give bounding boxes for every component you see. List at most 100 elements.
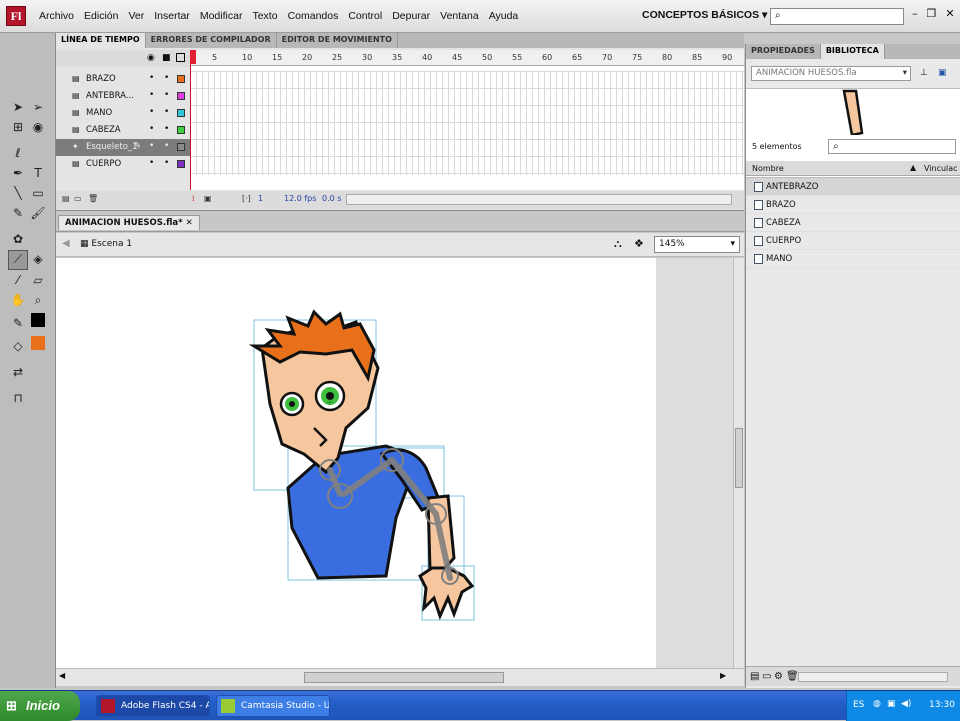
taskbar-camtasia[interactable]: Camtasia Studio - Unt... [216, 695, 330, 717]
frame-ruler[interactable]: 5 10 15 20 25 30 35 40 45 50 55 60 65 70… [190, 50, 744, 66]
library-document-select[interactable]: ANIMACION HUESOS.fla ▾ [751, 66, 911, 81]
language-indicator[interactable]: ES [853, 700, 864, 710]
hscroll-thumb[interactable] [304, 672, 504, 683]
workspace-switcher[interactable]: CONCEPTOS BÁSICOS ▾ [642, 9, 767, 21]
eyedropper-icon[interactable]: ⁄ [8, 270, 28, 290]
taskbar-flash[interactable]: Adobe Flash CS4 - A... [96, 695, 210, 717]
frame-area[interactable]: 5 10 15 20 25 30 35 40 45 50 55 60 65 70… [190, 50, 744, 190]
layer-row[interactable]: ▤ ANTEBRA... • • [56, 88, 190, 105]
scroll-left-icon[interactable]: ◀ [59, 671, 65, 680]
new-layer-icon[interactable]: ▤ [62, 194, 70, 203]
fill-color-icon[interactable]: ◇ [8, 336, 28, 356]
document-tab[interactable]: ANIMACION HUESOS.fla* ✕ [58, 215, 200, 230]
center-frame-icon[interactable]: ⁞ [192, 194, 195, 203]
bone-tool-icon[interactable]: ⟋ [8, 249, 28, 270]
start-button[interactable]: ⊞ Inicio [0, 691, 80, 721]
tray-app-icon[interactable]: ◍ [873, 699, 881, 709]
library-item[interactable]: BRAZO [746, 196, 960, 214]
menu-insertar[interactable]: Insertar [149, 10, 195, 22]
menu-ayuda[interactable]: Ayuda [484, 10, 524, 22]
scroll-right-icon[interactable]: ▶ [720, 671, 726, 680]
playhead[interactable] [190, 50, 196, 190]
stage-area[interactable]: + [56, 258, 744, 668]
menu-comandos[interactable]: Comandos [283, 10, 344, 22]
deco-tool-icon[interactable]: ✿ [8, 229, 28, 249]
library-item[interactable]: CUERPO [746, 232, 960, 250]
pencil-tool-icon[interactable]: ✎ [8, 203, 28, 223]
onion-skin-icon[interactable]: ▣ [204, 194, 212, 203]
menu-depurar[interactable]: Depurar [387, 10, 435, 22]
delete-layer-icon[interactable]: 🗑 [88, 194, 98, 203]
menu-ventana[interactable]: Ventana [435, 10, 484, 22]
close-icon[interactable]: ✕ [186, 218, 193, 228]
edit-symbol-icon[interactable]: ❖ [634, 237, 644, 250]
lock-icon[interactable]: ■ [162, 53, 171, 63]
selection-tool-icon[interactable]: ➤ [8, 97, 28, 117]
vscroll-thumb[interactable] [735, 428, 743, 488]
line-tool-icon[interactable]: ╲ [8, 183, 28, 203]
menu-modificar[interactable]: Modificar [195, 10, 248, 22]
stage-vscroll[interactable] [733, 258, 744, 668]
menu-edicion[interactable]: Edición [79, 10, 123, 22]
layer-row[interactable]: ▤ CUERPO • • [56, 156, 190, 173]
tab-library[interactable]: BIBLIOTECA [820, 44, 885, 59]
tab-timeline[interactable]: LÍNEA DE TIEMPO [56, 33, 146, 48]
layer-row[interactable]: ▤ MANO • • [56, 105, 190, 122]
stage-canvas[interactable]: + [56, 258, 656, 668]
pen-tool-icon[interactable]: ✒ [8, 163, 28, 183]
library-item[interactable]: ANTEBRAZO [746, 178, 960, 196]
tab-compiler-errors[interactable]: ERRORES DE COMPILADOR [146, 33, 277, 48]
library-hscroll[interactable] [798, 672, 948, 682]
library-item[interactable]: CABEZA [746, 214, 960, 232]
fill-color-swatch[interactable] [28, 333, 48, 353]
new-folder-icon[interactable]: ▭ [74, 194, 82, 203]
character-artwork[interactable]: + [56, 258, 656, 668]
pin-icon[interactable]: ⊥ [920, 68, 928, 78]
eraser-icon[interactable]: ▱ [28, 270, 48, 290]
edit-scene-icon[interactable]: ⛬ [614, 237, 622, 251]
stroke-color-icon[interactable]: ✎ [8, 313, 28, 333]
text-tool-icon[interactable]: T [28, 163, 48, 183]
new-folder-icon[interactable]: ▭ [762, 671, 771, 682]
lasso-icon[interactable]: ℓ [8, 143, 28, 163]
hand-tool-icon[interactable]: ✋ [8, 290, 28, 310]
help-search-input[interactable]: ⌕ [770, 8, 904, 25]
outline-icon[interactable] [176, 53, 185, 62]
library-item[interactable]: MANO [746, 250, 960, 268]
layer-row[interactable]: ▤ BRAZO • • [56, 71, 190, 88]
delete-icon[interactable]: 🗑 [786, 671, 799, 682]
back-arrow-icon[interactable]: ◀ [62, 238, 70, 249]
zoom-tool-icon[interactable]: ⌕ [28, 290, 48, 310]
layer-row-selected[interactable]: ✦ Esqueleto_1 ✎ • • [56, 139, 190, 156]
free-transform-icon[interactable]: ⊞ [8, 117, 28, 137]
tab-motion-editor[interactable]: EDITOR DE MOVIMIENTO [277, 33, 398, 48]
stage-hscroll[interactable]: ◀ ▶ [56, 668, 744, 686]
menu-ver[interactable]: Ver [123, 10, 149, 22]
minimize-icon[interactable]: – [912, 7, 918, 20]
stroke-color-swatch[interactable] [28, 310, 48, 330]
brush-tool-icon[interactable]: 🖌 [28, 203, 48, 223]
close-icon[interactable]: ✕ [945, 7, 954, 20]
edit-markers-icon[interactable]: [·] [242, 194, 251, 203]
frame-rate[interactable]: 12.0 fps [284, 194, 316, 203]
frame-grid[interactable] [190, 71, 744, 175]
paint-bucket-icon[interactable]: ◈ [28, 249, 48, 269]
volume-icon[interactable]: ◀) [901, 699, 911, 709]
library-search-input[interactable]: ⌕ [828, 139, 956, 154]
restore-icon[interactable]: ❐ [927, 7, 937, 20]
properties-icon[interactable]: ⚙ [774, 671, 783, 682]
subselection-tool-icon[interactable]: ➢ [28, 97, 48, 117]
menu-archivo[interactable]: Archivo [34, 10, 79, 22]
column-name[interactable]: Nombre [752, 164, 784, 173]
menu-texto[interactable]: Texto [247, 10, 282, 22]
column-linkage[interactable]: Vinculac [924, 164, 958, 173]
snap-magnet-icon[interactable]: ⊓ [8, 388, 28, 408]
zoom-select[interactable]: 145% ▾ [654, 236, 740, 253]
timeline-hscroll[interactable] [346, 194, 732, 205]
rectangle-tool-icon[interactable]: ▭ [28, 183, 48, 203]
tray-flash-icon[interactable]: ▣ [887, 699, 896, 709]
menu-control[interactable]: Control [343, 10, 387, 22]
swap-colors-icon[interactable]: ⇄ [8, 362, 28, 382]
scene-breadcrumb[interactable]: ▦ Escena 1 [80, 239, 132, 249]
new-library-icon[interactable]: ▣ [938, 68, 947, 78]
